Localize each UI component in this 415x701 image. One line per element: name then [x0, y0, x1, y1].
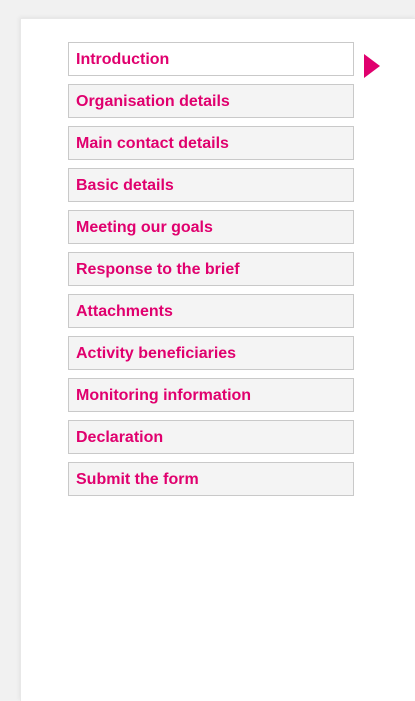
nav-item-label: Activity beneficiaries	[76, 345, 237, 362]
nav-item-monitoring-information[interactable]: Monitoring information	[68, 378, 354, 412]
nav-item-label: Submit the form	[76, 471, 199, 488]
nav-item-basic-details[interactable]: Basic details	[68, 168, 354, 202]
nav-item-main-contact-details[interactable]: Main contact details	[68, 126, 354, 160]
nav-item-label: Organisation details	[76, 93, 230, 110]
nav-item-label: Attachments	[76, 303, 173, 320]
nav-item-label: Basic details	[76, 177, 174, 194]
nav-item-activity-beneficiaries[interactable]: Activity beneficiaries	[68, 336, 354, 370]
nav-item-label: Monitoring information	[76, 387, 252, 404]
nav-item-label: Meeting our goals	[76, 219, 213, 236]
form-steps-nav: Introduction Organisation details Main c…	[68, 42, 354, 504]
caret-right-icon	[364, 54, 380, 78]
nav-item-label: Main contact details	[76, 135, 229, 152]
nav-item-introduction[interactable]: Introduction	[68, 42, 354, 76]
nav-item-response-to-the-brief[interactable]: Response to the brief	[68, 252, 354, 286]
nav-item-label: Response to the brief	[76, 261, 240, 278]
nav-item-attachments[interactable]: Attachments	[68, 294, 354, 328]
nav-item-submit-the-form[interactable]: Submit the form	[68, 462, 354, 496]
nav-item-meeting-our-goals[interactable]: Meeting our goals	[68, 210, 354, 244]
nav-item-label: Introduction	[76, 51, 170, 68]
nav-item-label: Declaration	[76, 429, 164, 446]
page-background: Introduction Organisation details Main c…	[0, 0, 415, 701]
nav-item-organisation-details[interactable]: Organisation details	[68, 84, 354, 118]
nav-item-declaration[interactable]: Declaration	[68, 420, 354, 454]
